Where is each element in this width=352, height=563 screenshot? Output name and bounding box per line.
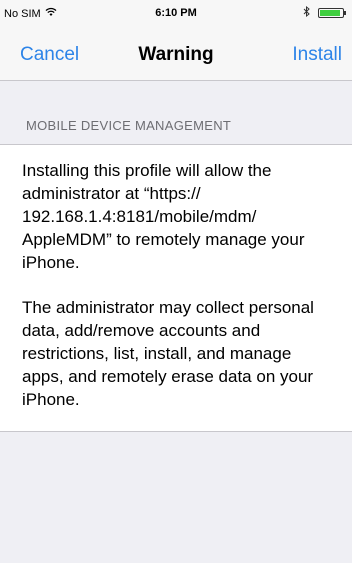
warning-paragraph-data-collection: The administrator may collect personal d… (22, 298, 314, 409)
install-button[interactable]: Install (292, 44, 342, 66)
warning-message-panel: Installing this profile will allow the a… (0, 144, 352, 432)
status-right (303, 5, 346, 20)
battery-icon (318, 8, 346, 18)
status-time: 6:10 PM (155, 7, 197, 19)
bluetooth-icon (303, 5, 310, 20)
status-bar: No SIM 6:10 PM (0, 0, 352, 28)
warning-paragraph-installing: Installing this profile will allow the a… (22, 161, 305, 272)
battery-level-fill (320, 10, 340, 16)
cancel-button[interactable]: Cancel (20, 44, 79, 66)
navigation-bar: Cancel Warning Install (0, 28, 352, 81)
section-header: MOBILE DEVICE MANAGEMENT (26, 118, 232, 133)
